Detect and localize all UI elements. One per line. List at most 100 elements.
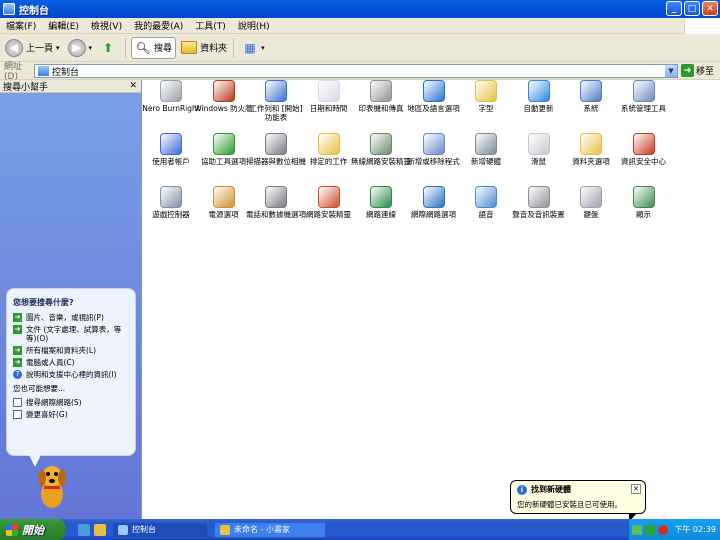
folder-icon[interactable] bbox=[94, 523, 106, 536]
folders-label: 資料夾 bbox=[200, 44, 228, 54]
go-button[interactable]: ➜ 移至 bbox=[681, 64, 714, 77]
title-bar[interactable]: 控制台 _ □ ✕ bbox=[0, 0, 720, 18]
cp-item[interactable]: 新增硬體 bbox=[458, 133, 514, 166]
cp-item[interactable]: 鍵盤 bbox=[563, 186, 619, 219]
applet-icon bbox=[422, 186, 445, 208]
new-hardware-balloon[interactable]: i 找到新硬體 您的新硬體已安裝且已可使用。 ✕ bbox=[510, 480, 646, 522]
menu-favorites[interactable]: 我的最愛(A) bbox=[128, 19, 189, 32]
hardware-icon[interactable] bbox=[645, 524, 655, 535]
cp-item[interactable]: 網際網路選項 bbox=[406, 186, 462, 219]
cp-item[interactable]: 網路連線 bbox=[353, 186, 409, 219]
forward-button[interactable]: ▶ ▾ bbox=[65, 37, 96, 59]
cp-item[interactable]: 資訊安全中心 bbox=[616, 133, 672, 166]
cp-item[interactable]: 電源選項 bbox=[196, 186, 252, 219]
address-input[interactable]: 控制台 ▼ bbox=[34, 64, 678, 78]
start-button[interactable]: 開始 bbox=[0, 519, 66, 540]
balloon-text: 您的新硬體已安裝且已可使用。 bbox=[517, 500, 622, 509]
cp-item[interactable]: 滑鼠 bbox=[511, 133, 567, 166]
windows-flag-icon bbox=[6, 523, 18, 536]
views-button[interactable]: ▦ ▾ bbox=[239, 37, 268, 59]
back-button[interactable]: ◀ 上一頁 ▾ bbox=[2, 37, 63, 59]
search-option[interactable]: ➜ 圖片、音樂，或視訊(P) bbox=[13, 313, 129, 322]
cp-item[interactable]: 聲音及音訊裝置 bbox=[511, 186, 567, 219]
preferences-link[interactable]: 變更喜好(G) bbox=[13, 410, 129, 419]
arrow-icon: ➜ bbox=[13, 313, 22, 322]
balloon-title: 找到新硬體 bbox=[531, 485, 571, 494]
up-button[interactable]: ⬆ bbox=[97, 37, 122, 59]
cp-item[interactable]: 自動更新 bbox=[511, 80, 567, 113]
paint-icon bbox=[220, 524, 230, 535]
forward-dropdown-icon[interactable]: ▾ bbox=[89, 44, 93, 52]
help-link[interactable]: ? 說明和支援中心裡的資訊(I) bbox=[13, 370, 129, 379]
cp-item[interactable]: 使用者帳戶 bbox=[143, 133, 199, 166]
security-icon[interactable] bbox=[658, 524, 668, 535]
control-panel-icons: Nero BurnRight Windows 防火牆 工作列和 [開始] 功能表 日期… bbox=[142, 80, 720, 519]
applet-label: 資訊安全中心 bbox=[621, 157, 666, 166]
search-option[interactable]: ➜ 文件 (文字處理、試算表，等等)(O) bbox=[13, 325, 129, 343]
search-label: 搜尋 bbox=[154, 44, 173, 54]
task-control-panel[interactable]: 控制台 bbox=[112, 521, 208, 538]
help-icon: ? bbox=[13, 370, 22, 379]
close-button[interactable]: ✕ bbox=[702, 1, 718, 16]
search-question: 您想要搜尋什麼? bbox=[13, 298, 74, 307]
cp-item[interactable]: 無線網路安裝精靈 bbox=[351, 133, 411, 166]
back-dropdown-icon[interactable]: ▾ bbox=[56, 44, 60, 52]
cp-item[interactable]: 協助工具選項 bbox=[196, 133, 252, 166]
cp-item[interactable]: 排定的工作 bbox=[301, 133, 357, 166]
applet-icon bbox=[212, 133, 235, 155]
applet-icon bbox=[370, 133, 392, 155]
pane-close-icon[interactable]: ✕ bbox=[129, 81, 137, 91]
menu-edit[interactable]: 編輯(E) bbox=[42, 19, 85, 32]
cp-item[interactable]: 工作列和 [開始] 功能表 bbox=[248, 80, 304, 122]
applet-icon bbox=[370, 186, 392, 208]
go-arrow-icon: ➜ bbox=[681, 64, 694, 77]
applet-icon bbox=[632, 186, 655, 208]
address-dropdown-icon[interactable]: ▼ bbox=[665, 65, 677, 77]
cp-item[interactable]: Windows 防火牆 bbox=[194, 80, 253, 113]
cp-item[interactable]: 語音 bbox=[458, 186, 514, 219]
search-option[interactable]: ➜ 電腦或人員(C) bbox=[13, 358, 129, 367]
menu-file[interactable]: 檔案(F) bbox=[0, 19, 42, 32]
maximize-button[interactable]: □ bbox=[684, 1, 700, 16]
applet-icon bbox=[160, 186, 182, 208]
cp-item[interactable]: 電話和數據機選項 bbox=[246, 186, 306, 219]
cp-item[interactable]: 地區及語言選項 bbox=[406, 80, 462, 113]
network-icon[interactable] bbox=[632, 524, 642, 535]
windows-logo bbox=[684, 18, 720, 34]
cp-item[interactable]: 新增或移除程式 bbox=[406, 133, 462, 166]
menu-help[interactable]: 說明(H) bbox=[232, 19, 276, 32]
control-panel-icon bbox=[3, 3, 15, 15]
applet-icon bbox=[212, 186, 235, 208]
cp-item[interactable]: 顯示 bbox=[616, 186, 672, 219]
cp-item[interactable]: 掃描器與數位相機 bbox=[246, 133, 306, 166]
address-value: 控制台 bbox=[52, 67, 80, 78]
cp-item[interactable]: 網路安裝精靈 bbox=[301, 186, 357, 219]
search-dog-icon[interactable] bbox=[34, 462, 70, 510]
cp-item[interactable]: 字型 bbox=[458, 80, 514, 113]
menu-view[interactable]: 檢視(V) bbox=[85, 19, 128, 32]
cp-item[interactable]: 印表機和傳真 bbox=[353, 80, 409, 113]
cp-item[interactable]: 日期和時間 bbox=[301, 80, 357, 113]
menu-tools[interactable]: 工具(T) bbox=[189, 19, 232, 32]
system-tray: 下午 02:39 bbox=[628, 519, 720, 540]
folders-button[interactable]: 資料夾 bbox=[178, 37, 230, 59]
cp-item[interactable]: 系統 bbox=[563, 80, 619, 113]
search-option[interactable]: ➜ 所有檔案和資料夾(L) bbox=[13, 346, 129, 355]
applet-icon bbox=[317, 186, 340, 208]
minimize-button[interactable]: _ bbox=[666, 1, 682, 16]
clock[interactable]: 下午 02:39 bbox=[674, 524, 716, 535]
balloon-close-icon[interactable]: ✕ bbox=[631, 484, 641, 494]
cp-item[interactable]: 系統管理工具 bbox=[616, 80, 672, 113]
cp-item[interactable]: Nero BurnRight bbox=[142, 80, 200, 113]
applet-icon bbox=[475, 133, 497, 155]
task-paint[interactable]: 未命名 - 小畫家 bbox=[214, 521, 326, 538]
arrow-icon: ➜ bbox=[13, 325, 22, 334]
applet-icon bbox=[422, 80, 445, 102]
taskbar: 開始 控制台 未命名 - 小畫家 下午 02:39 bbox=[0, 519, 720, 540]
browser-icon[interactable] bbox=[78, 523, 90, 536]
cp-item[interactable]: 資料夾選項 bbox=[563, 133, 619, 166]
cp-item[interactable]: 遊戲控制器 bbox=[143, 186, 199, 219]
applet-icon bbox=[160, 80, 182, 102]
search-internet-link[interactable]: 搜尋網際網路(S) bbox=[13, 398, 129, 407]
search-button[interactable]: 🔍︎ 搜尋 bbox=[131, 36, 177, 59]
